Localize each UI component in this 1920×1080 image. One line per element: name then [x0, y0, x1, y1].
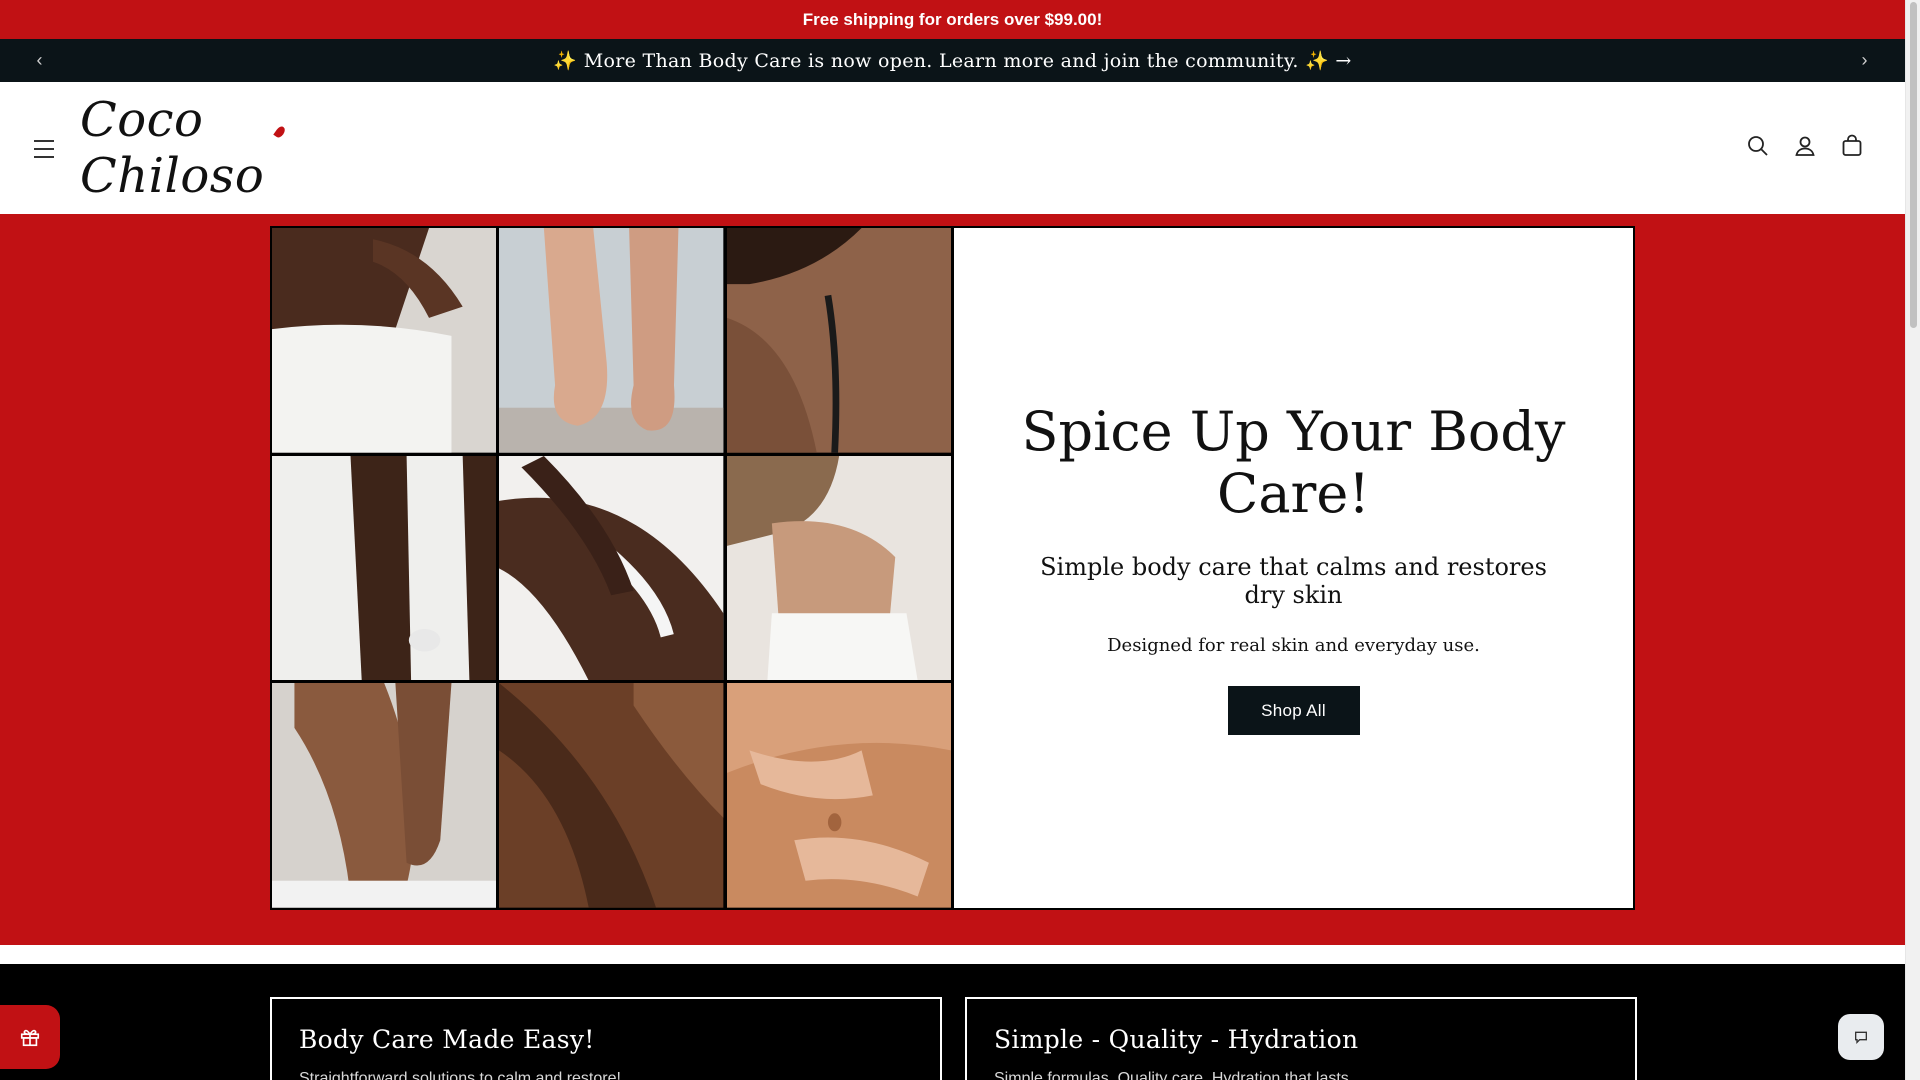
feature-text: Straightforward solutions to calm and re… — [299, 1070, 621, 1080]
chat-button[interactable] — [1838, 1014, 1884, 1060]
hero-image-applying-lotion — [499, 455, 724, 681]
search-button[interactable] — [1742, 130, 1774, 162]
announcement-bar: ‹ ✨ More Than Body Care is now open. Lea… — [0, 39, 1905, 82]
chevron-left-icon: ‹ — [36, 50, 43, 70]
rewards-button[interactable] — [0, 1005, 60, 1069]
shipping-banner: Free shipping for orders over $99.00! — [0, 0, 1905, 39]
hero-card: Spice Up Your Body Care! Simple body car… — [952, 226, 1635, 910]
site-header: Coco Chiloso — [0, 82, 1905, 214]
cart-icon — [1842, 134, 1862, 156]
hero-description: Designed for real skin and everyday use. — [1107, 635, 1480, 656]
hero-image-shoulder-towel — [272, 228, 497, 453]
logo-text: Coco Chiloso — [80, 92, 265, 204]
scrollbar-thumb[interactable] — [1910, 2, 1917, 328]
hero-image-legs — [272, 683, 497, 908]
hero-image-arms — [499, 683, 724, 908]
hero-title: Spice Up Your Body Care! — [1021, 400, 1566, 525]
menu-icon — [34, 140, 54, 142]
cart-button[interactable] — [1836, 130, 1868, 162]
search-icon — [1748, 136, 1768, 156]
hero-image-chest-towel — [272, 455, 497, 681]
feature-card: Body Care Made Easy! Straightforward sol… — [270, 997, 942, 1080]
hero-section: Spice Up Your Body Care! Simple body car… — [0, 214, 1905, 945]
feature-card: Simple - Quality - Hydration Simple form… — [965, 997, 1637, 1080]
hero-image-back — [726, 228, 951, 453]
shipping-banner-text: Free shipping for orders over $99.00! — [802, 9, 1103, 29]
menu-button[interactable] — [30, 134, 60, 164]
hero-image-grid — [270, 226, 953, 910]
chat-icon — [1855, 1031, 1867, 1044]
announcement-link[interactable]: ✨ More Than Body Care is now open. Learn… — [553, 49, 1351, 72]
feature-title: Body Care Made Easy! — [299, 1025, 595, 1054]
gift-icon — [20, 1029, 40, 1047]
feature-text: Simple formulas. Quality care. Hydration… — [994, 1070, 1354, 1080]
feature-title: Simple - Quality - Hydration — [994, 1025, 1359, 1054]
hero-image-woman-towel — [726, 455, 951, 681]
account-icon — [1795, 136, 1815, 156]
features-section: Body Care Made Easy! Straightforward sol… — [0, 964, 1905, 1080]
account-button[interactable] — [1789, 130, 1821, 162]
announcement-next-button[interactable]: › — [1843, 39, 1886, 82]
hero-subtitle: Simple body care that calms and restores… — [1040, 553, 1547, 609]
site-logo[interactable]: Coco Chiloso — [80, 92, 380, 204]
shop-all-button[interactable]: Shop All — [1227, 686, 1360, 735]
page-scrollbar[interactable] — [1905, 0, 1920, 1080]
chevron-right-icon: › — [1861, 50, 1868, 70]
announcement-prev-button[interactable]: ‹ — [18, 39, 61, 82]
hero-image-feet — [499, 228, 724, 453]
hero-image-stomach — [726, 683, 951, 908]
